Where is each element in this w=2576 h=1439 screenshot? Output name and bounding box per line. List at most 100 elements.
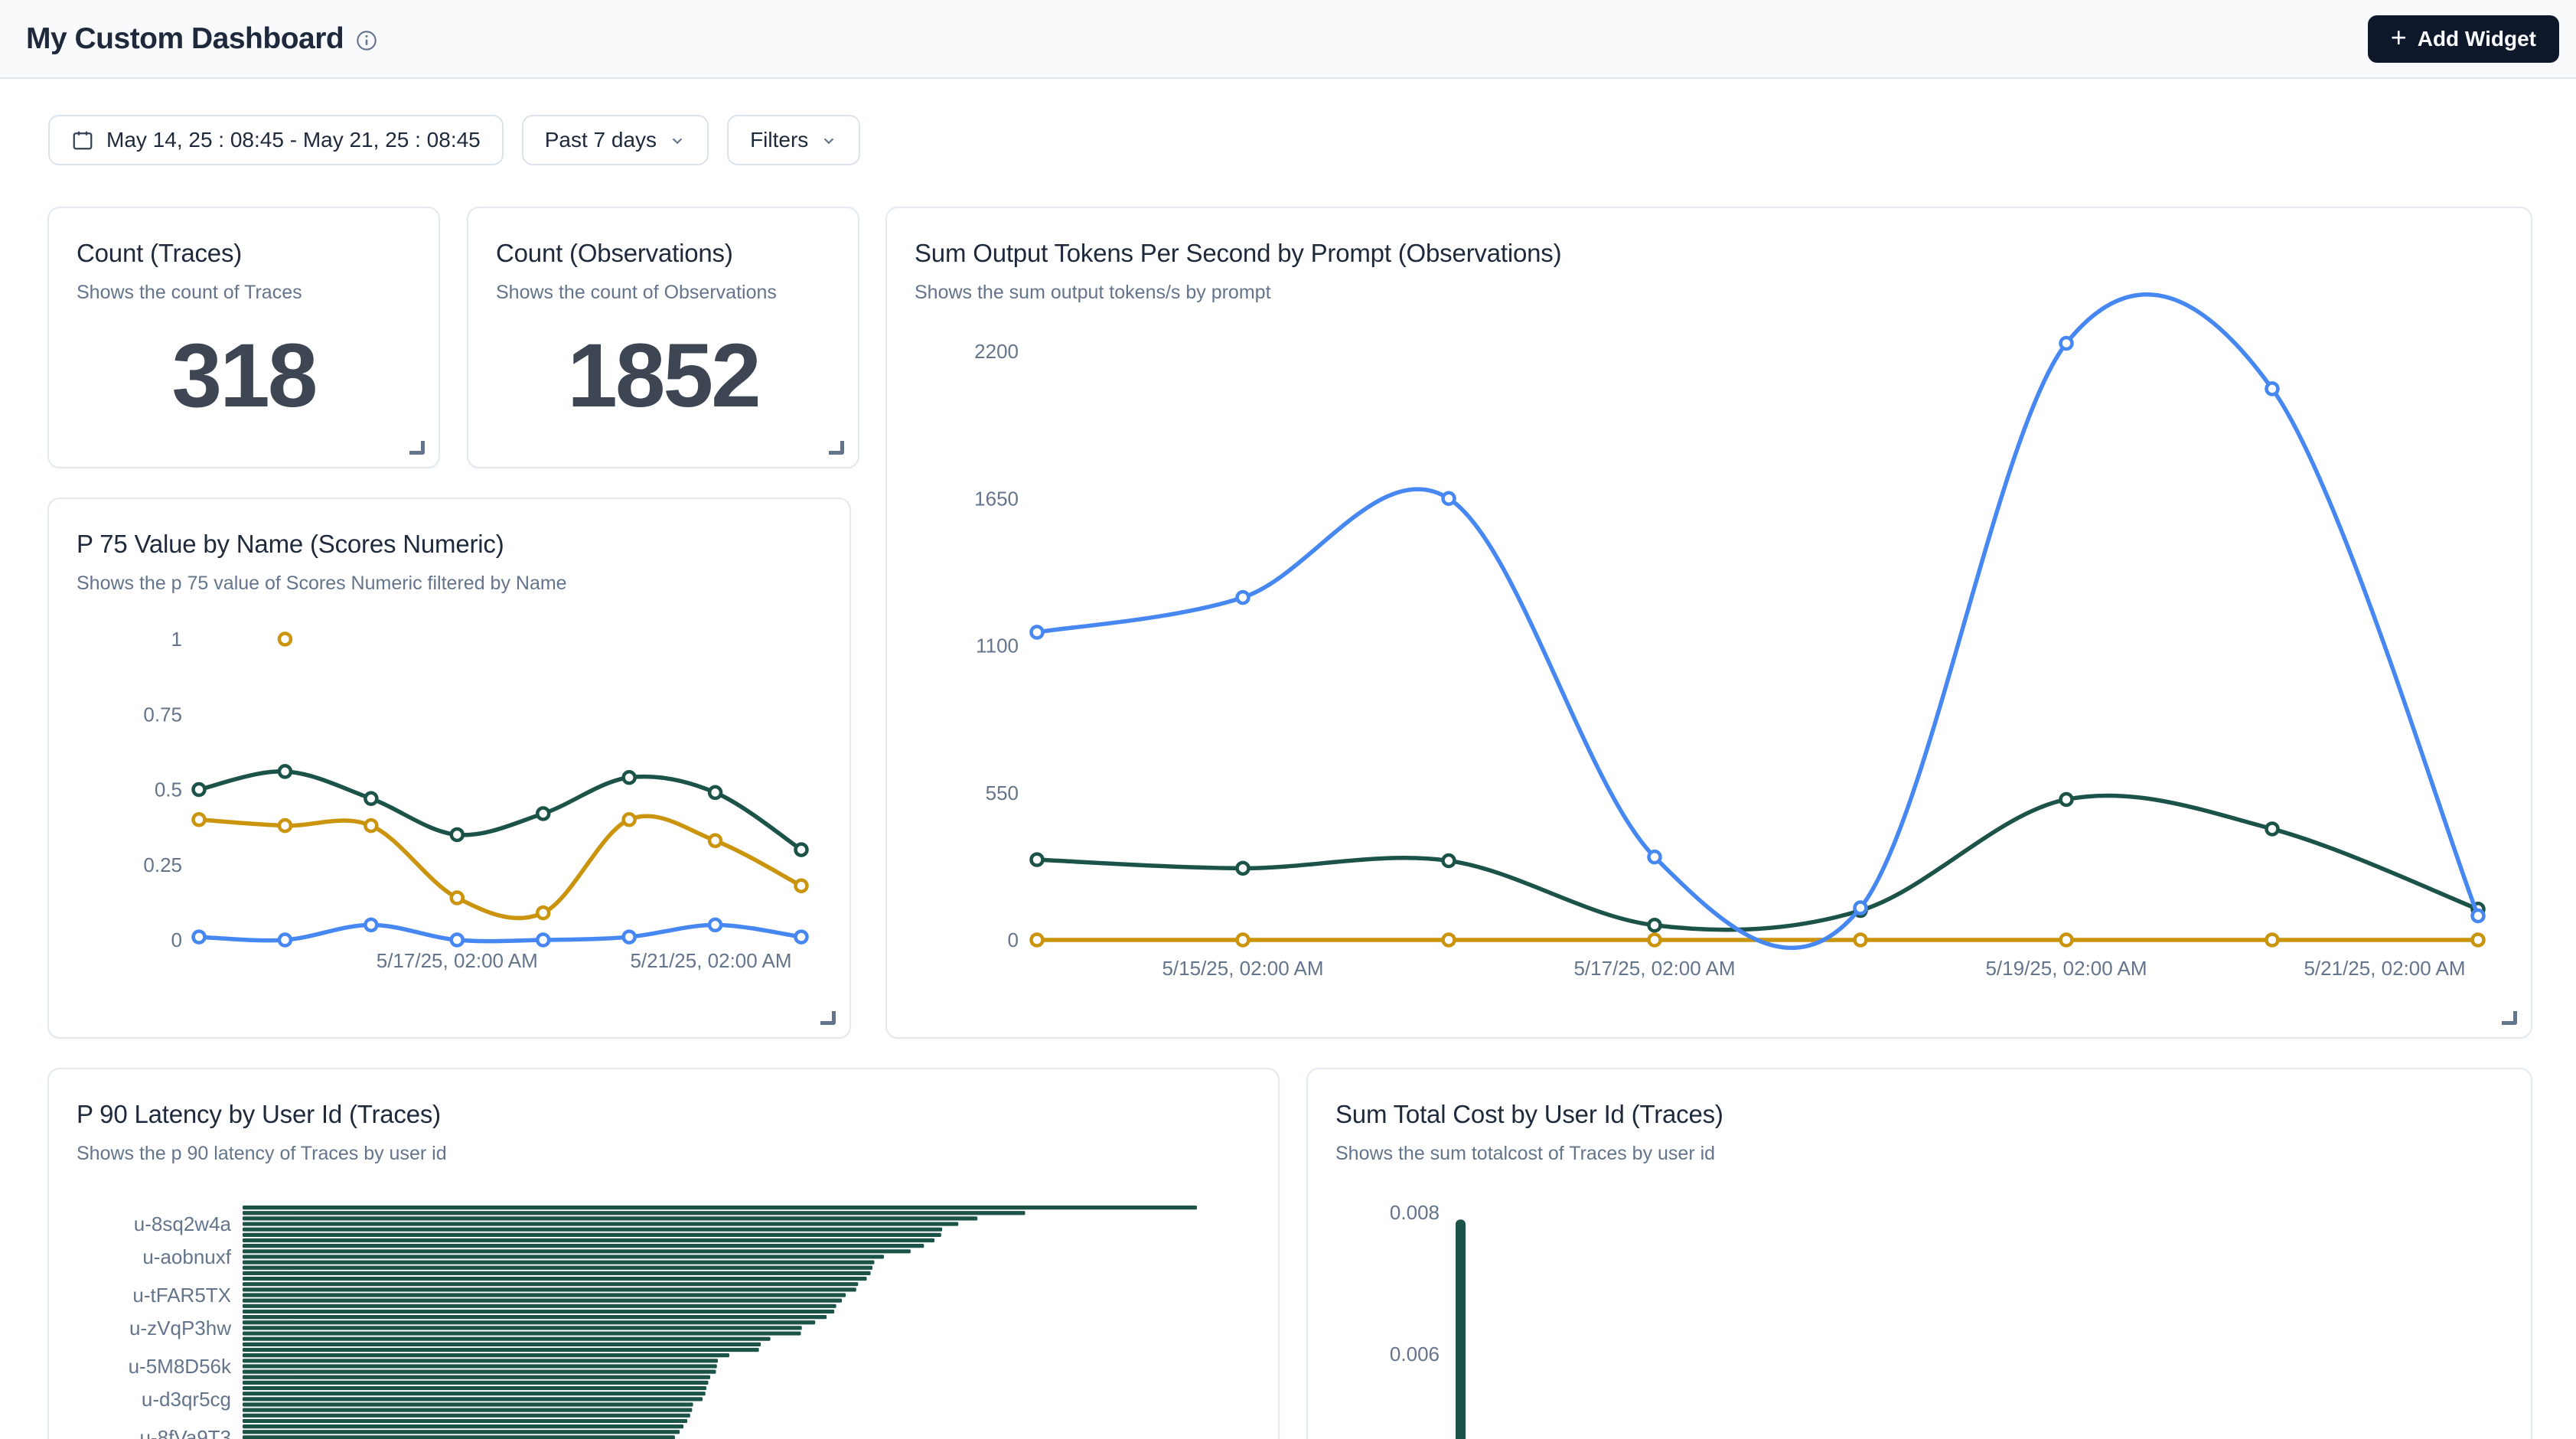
latency-bar[interactable] [243, 1397, 703, 1401]
filters-select[interactable]: Filters [727, 115, 860, 165]
data-point[interactable] [452, 892, 463, 903]
data-point[interactable] [2267, 823, 2278, 834]
latency-bar[interactable] [243, 1359, 718, 1362]
latency-bar[interactable] [243, 1375, 710, 1379]
latency-bar[interactable] [243, 1408, 692, 1412]
latency-bar[interactable] [243, 1287, 856, 1291]
data-point[interactable] [1237, 592, 1249, 603]
latency-bar[interactable] [243, 1315, 827, 1319]
latency-bar[interactable] [243, 1370, 716, 1374]
latency-bar[interactable] [243, 1381, 709, 1385]
info-icon[interactable] [356, 30, 377, 51]
latency-bar[interactable] [243, 1282, 858, 1286]
data-point[interactable] [709, 919, 721, 931]
data-point[interactable] [537, 907, 549, 919]
latency-bar[interactable] [243, 1386, 706, 1390]
p75-line-chart[interactable]: 00.250.50.7515/17/25, 02:00 AM5/21/25, 0… [49, 499, 851, 1039]
data-point[interactable] [624, 932, 635, 943]
data-point[interactable] [194, 784, 205, 795]
data-point[interactable] [1443, 855, 1455, 866]
latency-bar[interactable] [243, 1277, 867, 1281]
latency-bar[interactable] [243, 1353, 729, 1357]
data-point[interactable] [194, 932, 205, 943]
latency-bar[interactable] [243, 1304, 836, 1308]
latency-bar[interactable] [243, 1222, 958, 1225]
p90-bar-chart[interactable]: u-8sq2w4au-aobnuxfu-tFAR5TXu-zVqP3hwu-5M… [49, 1069, 1280, 1439]
data-point[interactable] [365, 793, 377, 804]
latency-bar[interactable] [243, 1266, 872, 1270]
data-point[interactable] [709, 835, 721, 847]
latency-bar[interactable] [243, 1430, 680, 1434]
data-point[interactable] [1443, 935, 1455, 946]
data-point[interactable] [1649, 851, 1661, 863]
data-point[interactable] [1032, 935, 1043, 946]
latency-bar[interactable] [243, 1228, 942, 1232]
resize-handle-icon[interactable] [829, 441, 844, 455]
data-point[interactable] [1032, 627, 1043, 638]
latency-bar[interactable] [243, 1414, 690, 1418]
latency-bar[interactable] [243, 1271, 871, 1275]
data-point[interactable] [2061, 935, 2072, 946]
latency-bar[interactable] [243, 1326, 802, 1330]
data-point[interactable] [2061, 794, 2072, 805]
data-point[interactable] [279, 935, 291, 946]
latency-bar[interactable] [243, 1337, 771, 1341]
latency-bar[interactable] [243, 1348, 759, 1352]
latency-bar[interactable] [243, 1255, 884, 1258]
latency-bar[interactable] [243, 1299, 842, 1303]
data-point[interactable] [1032, 854, 1043, 866]
data-point[interactable] [365, 919, 377, 931]
latency-bar[interactable] [243, 1343, 761, 1346]
latency-bar[interactable] [243, 1244, 924, 1248]
resize-handle-icon[interactable] [820, 1011, 836, 1025]
data-point[interactable] [1237, 863, 1249, 874]
latency-bar[interactable] [243, 1435, 675, 1439]
latency-bar[interactable] [243, 1402, 693, 1406]
data-point[interactable] [796, 932, 807, 943]
data-point[interactable] [2267, 935, 2278, 946]
data-point[interactable] [1855, 902, 1867, 914]
data-point[interactable] [537, 808, 549, 819]
data-point[interactable] [624, 814, 635, 825]
resize-handle-icon[interactable] [2502, 1011, 2517, 1025]
data-point[interactable] [624, 772, 635, 783]
latency-bar[interactable] [243, 1216, 977, 1220]
latency-bar[interactable] [243, 1211, 1026, 1215]
latency-bar[interactable] [243, 1419, 687, 1423]
latency-bar[interactable] [243, 1392, 706, 1395]
data-point[interactable] [2267, 383, 2278, 394]
resize-handle-icon[interactable] [409, 441, 425, 455]
data-point[interactable] [2061, 338, 2072, 349]
data-point[interactable] [537, 935, 549, 946]
data-point[interactable] [709, 787, 721, 798]
data-point[interactable] [194, 814, 205, 825]
data-point[interactable] [1443, 493, 1455, 504]
latency-bar[interactable] [243, 1206, 1197, 1209]
cost-bar-chart[interactable]: 0.0080.006 [1308, 1069, 2532, 1439]
latency-bar[interactable] [243, 1310, 834, 1313]
data-point[interactable] [279, 820, 291, 831]
data-point[interactable] [279, 634, 291, 645]
data-point[interactable] [1237, 935, 1249, 946]
data-point[interactable] [2473, 910, 2484, 922]
data-point[interactable] [279, 765, 291, 777]
tokens-line-chart[interactable]: 05501100165022005/15/25, 02:00 AM5/17/25… [887, 208, 2532, 1039]
latency-bar[interactable] [243, 1320, 815, 1324]
date-preset-select[interactable]: Past 7 days [522, 115, 709, 165]
data-point[interactable] [452, 935, 463, 946]
latency-bar[interactable] [243, 1293, 846, 1297]
latency-bar[interactable] [243, 1249, 911, 1253]
data-point[interactable] [2473, 935, 2484, 946]
data-point[interactable] [452, 829, 463, 840]
latency-bar[interactable] [243, 1364, 717, 1368]
cost-bar[interactable] [1456, 1219, 1466, 1439]
latency-bar[interactable] [243, 1424, 683, 1428]
date-range-picker[interactable]: May 14, 25 : 08:45 - May 21, 25 : 08:45 [48, 115, 504, 165]
latency-bar[interactable] [243, 1261, 875, 1264]
data-point[interactable] [1855, 935, 1867, 946]
latency-bar[interactable] [243, 1238, 934, 1242]
add-widget-button[interactable]: + Add Widget [2368, 15, 2559, 63]
data-point[interactable] [365, 820, 377, 831]
data-point[interactable] [796, 844, 807, 856]
latency-bar[interactable] [243, 1233, 941, 1237]
